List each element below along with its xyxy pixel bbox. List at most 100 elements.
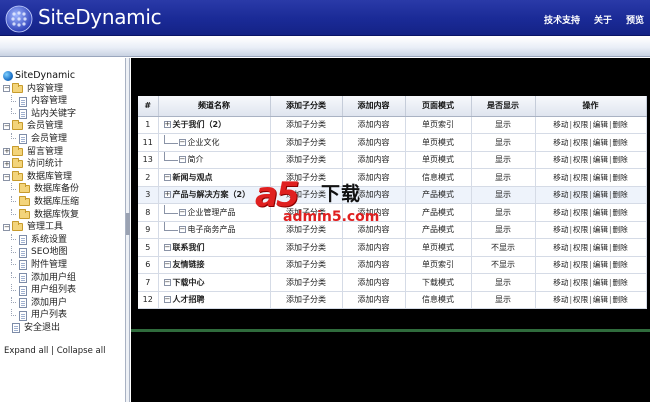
permission-link[interactable]: 权限 [573,243,588,252]
permission-link[interactable]: 权限 [573,138,588,147]
add-subcategory-link[interactable]: 添加子分类 [270,256,343,274]
collapse-icon[interactable]: − [178,208,186,216]
tree-item[interactable]: 站内关键字 [3,107,125,121]
table-row[interactable]: 11− 企业文化 添加子分类 添加内容 单页模式 显示 移动|权限|编辑|删除 [138,133,647,152]
splitter-grip[interactable] [126,213,130,235]
permission-link[interactable]: 权限 [573,295,588,304]
collapse-icon[interactable]: − [163,173,171,181]
add-subcategory-link[interactable]: 添加子分类 [270,238,343,257]
add-subcategory-link[interactable]: 添加子分类 [270,151,343,169]
edit-link[interactable]: 编辑 [593,155,608,164]
expand-icon[interactable]: + [163,121,171,129]
edit-link[interactable]: 编辑 [593,295,608,304]
add-content-link[interactable]: 添加内容 [342,273,406,292]
edit-link[interactable]: 编辑 [593,190,608,199]
nav-preview[interactable]: 预览 [626,13,644,26]
permission-link[interactable]: 权限 [573,190,588,199]
tree-item[interactable]: 添加用户 [3,296,125,310]
tree-item[interactable]: 数据库压缩 [3,195,125,209]
delete-link[interactable]: 删除 [613,208,628,217]
edit-link[interactable]: 编辑 [593,173,608,182]
collapse-icon[interactable]: − [163,278,171,286]
tree-item[interactable]: 数据库恢复 [3,208,125,222]
permission-link[interactable]: 权限 [573,208,588,217]
permission-link[interactable]: 权限 [573,225,588,234]
edit-link[interactable]: 编辑 [593,243,608,252]
tree-item[interactable]: 数据库备份 [3,183,125,196]
table-row[interactable]: 7− 下载中心 添加子分类 添加内容 下载模式 显示 移动|权限|编辑|删除 [138,273,647,292]
edit-link[interactable]: 编辑 [593,208,608,217]
add-content-link[interactable]: 添加内容 [342,291,406,309]
edit-link[interactable]: 编辑 [593,260,608,269]
tree-item[interactable]: 添加用户组 [3,271,125,285]
delete-link[interactable]: 删除 [613,190,628,199]
delete-link[interactable]: 删除 [613,295,628,304]
edit-link[interactable]: 编辑 [593,138,608,147]
collapse-icon[interactable]: − [178,156,186,164]
add-content-link[interactable]: 添加内容 [342,238,406,257]
edit-link[interactable]: 编辑 [593,225,608,234]
move-link[interactable]: 移动 [553,155,568,164]
tree-item[interactable]: 附件管理 [3,258,125,272]
tree-item[interactable]: − 数据库管理 [3,170,125,184]
collapse-icon[interactable]: − [3,123,10,131]
table-row[interactable]: 5− 联系我们 添加子分类 添加内容 单页模式 不显示 移动|权限|编辑|删除 [138,238,647,257]
edit-link[interactable]: 编辑 [593,120,608,129]
collapse-icon[interactable]: − [178,138,186,146]
move-link[interactable]: 移动 [553,260,568,269]
add-content-link[interactable]: 添加内容 [342,256,406,274]
tree-item[interactable]: 会员管理 [3,132,125,146]
tree-item[interactable]: 安全退出 [3,322,125,335]
collapse-icon[interactable]: − [3,223,10,231]
move-link[interactable]: 移动 [553,243,568,252]
table-row[interactable]: 12− 人才招聘 添加子分类 添加内容 信息模式 显示 移动|权限|编辑|删除 [138,291,647,309]
splitter[interactable] [126,58,130,402]
tree-item[interactable]: − 内容管理 [3,82,125,96]
tree-item[interactable]: 用户列表 [3,309,125,322]
tree-item[interactable]: − 会员管理 [3,120,125,133]
tree-item[interactable]: + 访问统计 [3,158,125,171]
collapse-icon[interactable]: − [163,261,171,269]
move-link[interactable]: 移动 [553,278,568,287]
move-link[interactable]: 移动 [553,138,568,147]
tree-root[interactable]: SiteDynamic [3,70,125,83]
tree-item[interactable]: − 管理工具 [3,221,125,234]
expand-icon[interactable]: + [3,160,10,168]
tree-item[interactable]: 用户组列表 [3,284,125,297]
collapse-icon[interactable]: − [163,296,171,304]
add-subcategory-link[interactable]: 添加子分类 [270,291,343,309]
add-content-link[interactable]: 添加内容 [342,116,406,134]
collapse-icon[interactable]: − [163,243,171,251]
table-row[interactable]: 6− 友情链接 添加子分类 添加内容 单页索引 不显示 移动|权限|编辑|删除 [138,256,647,274]
move-link[interactable]: 移动 [553,225,568,234]
expand-icon[interactable]: + [163,191,171,199]
expand-all-link[interactable]: Expand all [4,346,48,356]
delete-link[interactable]: 删除 [613,278,628,287]
add-subcategory-link[interactable]: 添加子分类 [270,133,343,152]
delete-link[interactable]: 删除 [613,173,628,182]
edit-link[interactable]: 编辑 [593,278,608,287]
permission-link[interactable]: 权限 [573,155,588,164]
collapse-icon[interactable]: − [3,85,10,93]
delete-link[interactable]: 删除 [613,138,628,147]
add-content-link[interactable]: 添加内容 [342,133,406,152]
expand-icon[interactable]: + [3,148,10,156]
move-link[interactable]: 移动 [553,120,568,129]
collapse-icon[interactable]: − [178,226,186,234]
permission-link[interactable]: 权限 [573,120,588,129]
delete-link[interactable]: 删除 [613,225,628,234]
permission-link[interactable]: 权限 [573,278,588,287]
tree-item[interactable]: 内容管理 [3,95,125,108]
collapse-all-link[interactable]: Collapse all [57,346,106,356]
move-link[interactable]: 移动 [553,208,568,217]
tree-item[interactable]: SEO地图 [3,246,125,259]
tree-item[interactable]: 系统设置 [3,233,125,247]
delete-link[interactable]: 删除 [613,260,628,269]
delete-link[interactable]: 删除 [613,155,628,164]
nav-tech-support[interactable]: 技术支持 [544,13,580,26]
table-row[interactable]: 1 + 关于我们（2） 添加子分类 添加内容 单页索引 显示 移动|权限|编辑|删除 [138,116,647,134]
add-subcategory-link[interactable]: 添加子分类 [270,116,343,134]
table-row[interactable]: 13− 简介 添加子分类 添加内容 单页模式 显示 移动|权限|编辑|删除 [138,151,647,169]
nav-about[interactable]: 关于 [594,13,612,26]
add-content-link[interactable]: 添加内容 [342,151,406,169]
